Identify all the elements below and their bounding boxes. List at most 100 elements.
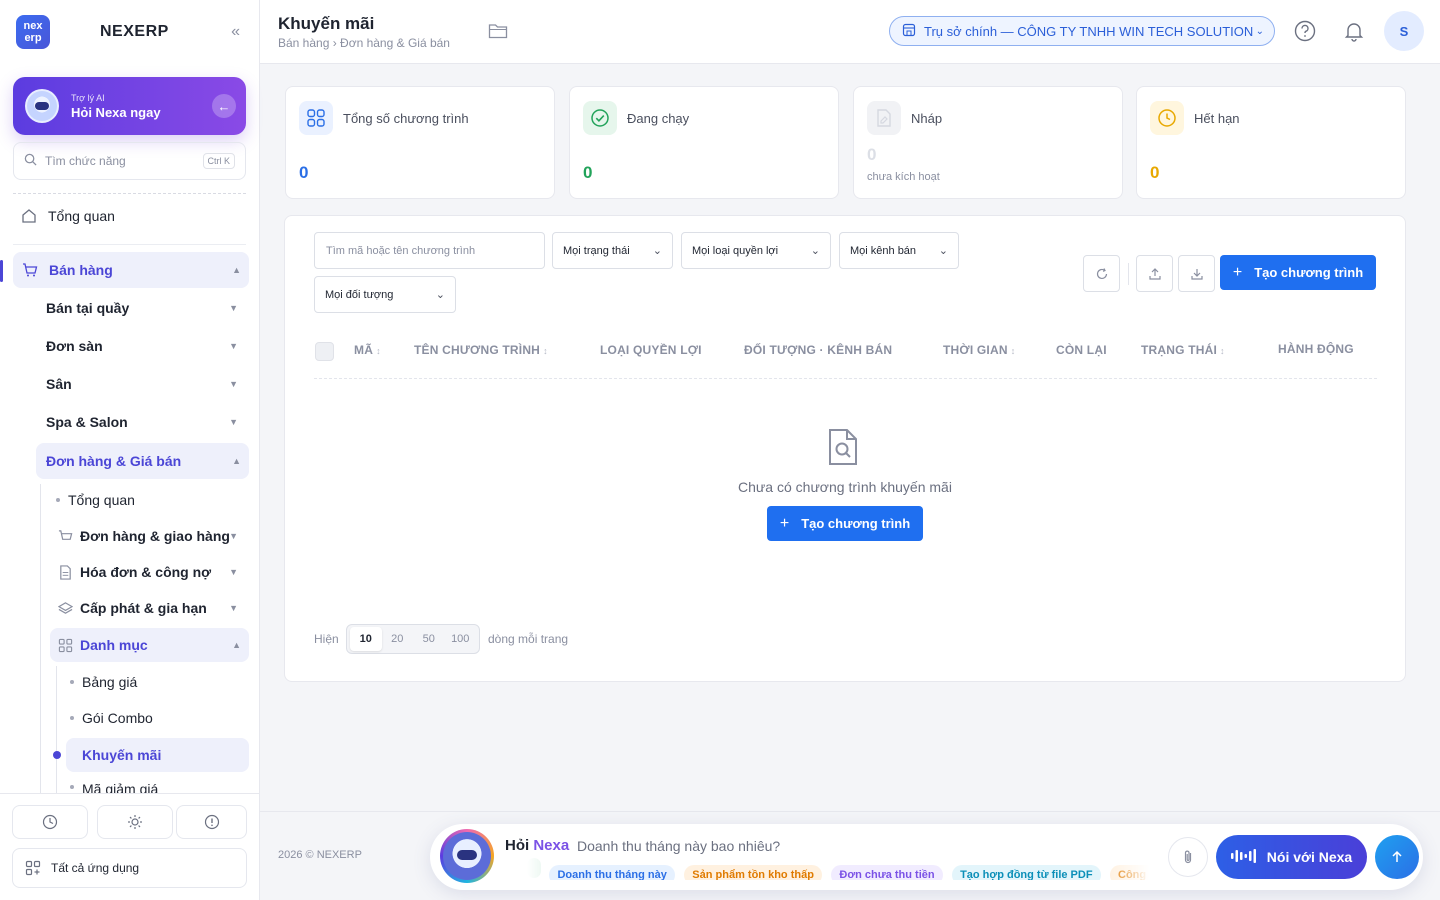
all-apps-button[interactable]: Tất cả ứng dụng bbox=[12, 848, 247, 888]
sort-icon: ↕ bbox=[376, 346, 381, 356]
column-header-name[interactable]: TÊN CHƯƠNG TRÌNH ↕ bbox=[414, 343, 548, 357]
sidebar-item-label: Danh mục bbox=[80, 637, 148, 653]
sort-icon: ↕ bbox=[1010, 346, 1016, 356]
stat-card-total: Tổng số chương trình 0 bbox=[285, 86, 555, 199]
sidebar-item-catalog[interactable]: Danh mục ▲ bbox=[50, 628, 249, 662]
folder-icon[interactable] bbox=[488, 22, 508, 45]
caret-down-icon: ▼ bbox=[229, 379, 238, 389]
alert-circle-icon bbox=[204, 814, 219, 830]
sidebar-item-court[interactable]: Sân ▼ bbox=[46, 374, 246, 394]
sidebar-item-provision-renewal[interactable]: Cấp phát & gia hạn ▼ bbox=[56, 598, 246, 618]
divider bbox=[1128, 263, 1129, 285]
sidebar-item-label: Đơn hàng & giao hàng bbox=[80, 528, 230, 544]
column-header-label: TÊN CHƯƠNG TRÌNH bbox=[414, 343, 541, 357]
breadcrumb[interactable]: Bán hàng › Đơn hàng & Giá bán bbox=[278, 36, 450, 50]
stat-card-running: Đang chạy 0 bbox=[569, 86, 839, 199]
page-size-option[interactable]: 10 bbox=[350, 627, 382, 651]
bell-icon[interactable] bbox=[1342, 19, 1366, 43]
grid-icon bbox=[56, 636, 74, 654]
sidebar-item-label: Hóa đơn & công nợ bbox=[80, 564, 212, 580]
suggestion-chip-revenue[interactable]: Doanh thu tháng này bbox=[549, 865, 675, 880]
suggestion-chip bbox=[527, 858, 541, 878]
status-filter[interactable]: Mọi trạng thái ⌄ bbox=[552, 232, 673, 269]
nexa-question-input[interactable]: Doanh thu tháng này bao nhiêu? bbox=[577, 838, 780, 854]
help-icon[interactable] bbox=[1293, 19, 1317, 43]
arrow-left-icon[interactable]: ← bbox=[212, 94, 236, 118]
sidebar-item-promotions[interactable]: Khuyến mãi bbox=[66, 738, 249, 772]
sidebar-item-price-list[interactable]: Bảng giá bbox=[70, 672, 246, 692]
stat-label: Hết hạn bbox=[1194, 111, 1240, 126]
nexa-robot-avatar-icon[interactable] bbox=[440, 829, 494, 883]
benefit-filter[interactable]: Mọi loại quyền lợi ⌄ bbox=[681, 232, 831, 269]
create-program-label: Tạo chương trình bbox=[1254, 265, 1364, 280]
column-header-actions: HÀNH ĐỘNG bbox=[1278, 342, 1354, 356]
sidebar-item-label: Cấp phát & gia hạn bbox=[80, 600, 207, 616]
stat-label: Nháp bbox=[911, 111, 943, 126]
sidebar-item-discount-codes[interactable]: Mã giảm giá bbox=[70, 781, 246, 793]
cart-icon bbox=[56, 527, 74, 545]
create-program-button[interactable]: + Tạo chương trình bbox=[1220, 255, 1376, 290]
page-size-option[interactable]: 20 bbox=[382, 627, 414, 651]
column-header-code[interactable]: MÃ ↕ bbox=[354, 343, 381, 357]
import-button[interactable] bbox=[1136, 255, 1173, 292]
sidebar-item-spa-salon[interactable]: Spa & Salon ▼ bbox=[46, 412, 246, 432]
suggestion-chip-overdue[interactable]: Công nợ quá hạn bbox=[1110, 865, 1149, 880]
sidebar-item-marketplace-orders[interactable]: Đơn sàn ▼ bbox=[46, 336, 246, 356]
column-header-time[interactable]: THỜI GIAN ↕ bbox=[943, 343, 1015, 357]
suggestion-chip-unpaid[interactable]: Đơn chưa thu tiền bbox=[831, 865, 943, 880]
suggestion-chip-contract-pdf[interactable]: Tạo hợp đồng từ file PDF bbox=[952, 865, 1101, 880]
talk-to-nexa-button[interactable]: Nói với Nexa bbox=[1216, 835, 1367, 879]
active-dot bbox=[53, 751, 61, 759]
paperclip-icon bbox=[1184, 850, 1192, 864]
select-all-checkbox[interactable] bbox=[315, 342, 334, 361]
theme-button[interactable] bbox=[97, 805, 173, 839]
active-indicator bbox=[0, 260, 3, 282]
sidebar-item-pos[interactable]: Bán tại quầy ▼ bbox=[46, 298, 246, 318]
sidebar-item-overview[interactable]: Tổng quan bbox=[20, 205, 246, 227]
nexa-chat-bar: Hỏi Nexa Doanh thu tháng này bao nhiêu? … bbox=[430, 824, 1423, 890]
sidebar: nex erp NEXERP « Trợ lý AI Hỏi Nexa ngay… bbox=[0, 0, 260, 900]
plus-icon: + bbox=[779, 514, 790, 532]
sidebar-item-label: Bảng giá bbox=[82, 674, 138, 690]
sidebar-item-sales[interactable]: Bán hàng ▲ bbox=[13, 252, 249, 288]
tree-line bbox=[56, 666, 57, 794]
send-button[interactable] bbox=[1375, 835, 1419, 879]
export-button[interactable] bbox=[1178, 255, 1215, 292]
caret-up-icon: ▲ bbox=[232, 456, 241, 466]
download-icon bbox=[1190, 268, 1203, 280]
column-header-status[interactable]: TRẠNG THÁI ↕ bbox=[1141, 343, 1225, 357]
empty-create-program-button[interactable]: + Tạo chương trình bbox=[767, 506, 923, 541]
alert-button[interactable] bbox=[176, 805, 247, 839]
sidebar-item-combo[interactable]: Gói Combo bbox=[70, 708, 246, 728]
column-header-label: TRẠNG THÁI bbox=[1141, 343, 1217, 357]
sidebar-item-invoices-debt[interactable]: Hóa đơn & công nợ ▼ bbox=[56, 562, 246, 582]
page-size-selector: 10 20 50 100 bbox=[346, 624, 480, 654]
brand-logo[interactable]: nex erp bbox=[16, 15, 50, 49]
voice-wave-icon bbox=[1230, 848, 1257, 866]
ai-assistant-card[interactable]: Trợ lý AI Hỏi Nexa ngay ← bbox=[13, 77, 246, 135]
stat-value: 0 bbox=[583, 163, 593, 182]
column-header-label: THỜI GIAN bbox=[943, 343, 1008, 357]
suggestion-chip-low-stock[interactable]: Sản phẩm tồn kho thấp bbox=[684, 865, 822, 880]
sidebar-item-orders-overview[interactable]: Tổng quan bbox=[56, 490, 246, 510]
attach-button[interactable] bbox=[1168, 837, 1208, 877]
refresh-button[interactable] bbox=[1083, 255, 1120, 292]
audience-filter[interactable]: Mọi đối tượng ⌄ bbox=[314, 276, 456, 313]
user-avatar[interactable]: S bbox=[1384, 11, 1424, 51]
sidebar-item-orders-pricing[interactable]: Đơn hàng & Giá bán ▲ bbox=[36, 443, 249, 479]
ai-assistant-caption: Trợ lý AI bbox=[71, 92, 105, 103]
function-search-input[interactable]: Tìm chức năng Ctrl K bbox=[13, 142, 246, 180]
sidebar-item-orders-delivery[interactable]: Đơn hàng & giao hàng ▼ bbox=[56, 526, 246, 546]
page-title: Khuyến mãi bbox=[278, 14, 375, 33]
sidebar-item-label: Tổng quan bbox=[68, 492, 135, 508]
channel-filter[interactable]: Mọi kênh bán ⌄ bbox=[839, 232, 959, 269]
all-apps-label: Tất cả ứng dụng bbox=[51, 861, 140, 875]
caret-down-icon: ▼ bbox=[229, 341, 238, 351]
page-size-option[interactable]: 100 bbox=[445, 627, 477, 651]
promotion-search-input[interactable]: Tìm mã hoặc tên chương trình bbox=[314, 232, 545, 269]
collapse-sidebar-icon[interactable]: « bbox=[231, 23, 240, 41]
divider bbox=[314, 378, 1377, 379]
history-button[interactable] bbox=[12, 805, 88, 839]
page-size-option[interactable]: 50 bbox=[413, 627, 445, 651]
branch-selector[interactable]: Trụ sở chính — CÔNG TY TNHH WIN TECH SOL… bbox=[889, 16, 1275, 46]
